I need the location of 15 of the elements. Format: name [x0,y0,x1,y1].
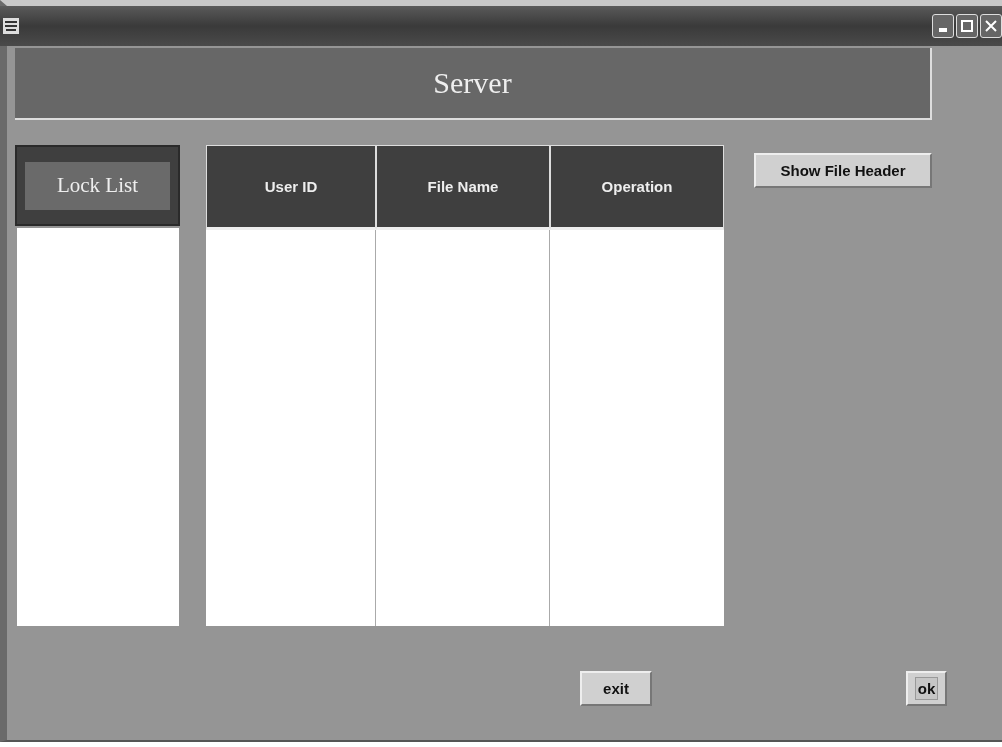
server-title: Server [433,66,512,100]
column-header[interactable]: File Name [376,145,550,230]
minimize-icon [939,28,947,32]
app-icon [2,17,20,35]
show-file-header-button[interactable]: Show File Header [754,153,932,188]
minimize-button[interactable] [932,14,954,38]
lock-list-label[interactable]: Lock List [25,161,170,210]
exit-button[interactable]: exit [580,671,652,706]
ok-button[interactable]: ok [906,671,947,706]
maximize-button[interactable] [956,14,978,38]
maximize-icon [961,20,973,32]
column-header[interactable]: User ID [206,145,376,230]
close-icon [985,20,997,32]
column-header[interactable]: Operation [550,145,724,230]
close-button[interactable] [980,14,1002,38]
